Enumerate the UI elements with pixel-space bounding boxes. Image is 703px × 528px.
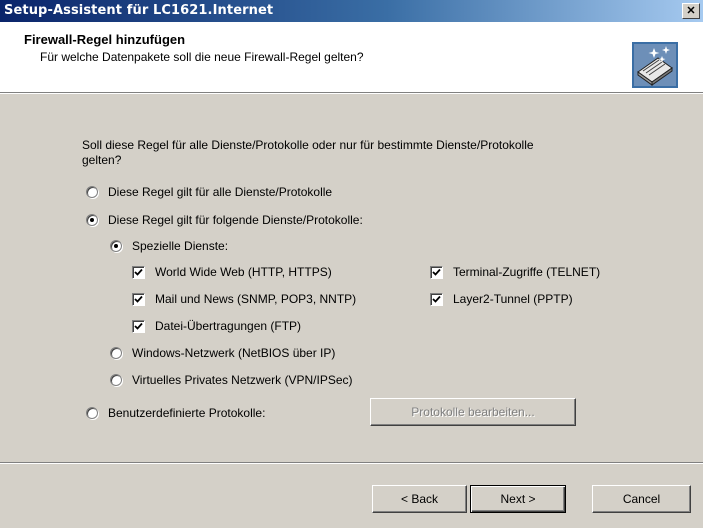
page-subtitle: Für welche Datenpakete soll die neue Fir… — [40, 50, 364, 64]
radio-specific-services[interactable]: Diese Regel gilt für folgende Dienste/Pr… — [86, 212, 363, 228]
setup-wizard-window: Setup-Assistent für LC1621.Internet ✕ Fi… — [0, 0, 703, 528]
wizard-header: Firewall-Regel hinzufügen Für welche Dat… — [0, 22, 703, 92]
radio-specific-services-label: Diese Regel gilt für folgende Dienste/Pr… — [108, 213, 363, 227]
checkbox-http-label: World Wide Web (HTTP, HTTPS) — [155, 265, 332, 279]
question-text: Soll diese Regel für alle Dienste/Protok… — [82, 138, 534, 167]
checkbox-pptp[interactable]: Layer2-Tunnel (PPTP) — [430, 291, 573, 307]
radio-special-services-label: Spezielle Dienste: — [132, 239, 229, 253]
checkbox[interactable] — [132, 319, 145, 333]
checkbox-ftp[interactable]: Datei-Übertragungen (FTP) — [132, 318, 301, 334]
radio-special-services[interactable]: Spezielle Dienste: — [110, 238, 228, 254]
checkbox-ftp-label: Datei-Übertragungen (FTP) — [155, 319, 302, 333]
radio-vpn-label: Virtuelles Privates Netzwerk (VPN/IPSec) — [132, 373, 353, 387]
radio-custom-protocols-label: Benutzerdefinierte Protokolle: — [108, 406, 266, 420]
cancel-button[interactable]: Cancel — [592, 485, 691, 513]
radio-all-services-label: Diese Regel gilt für alle Dienste/Protok… — [108, 185, 333, 199]
radio-vpn[interactable]: Virtuelles Privates Netzwerk (VPN/IPSec) — [110, 372, 353, 388]
radio-button-selected[interactable] — [110, 240, 122, 252]
radio-windows-network[interactable]: Windows-Netzwerk (NetBIOS über IP) — [110, 345, 335, 361]
back-button[interactable]: < Back — [372, 485, 467, 513]
close-button[interactable]: ✕ — [682, 3, 700, 19]
next-button[interactable]: Next > — [470, 485, 566, 513]
edit-protocols-button[interactable]: Protokolle bearbeiten... — [370, 398, 576, 426]
radio-button[interactable] — [110, 347, 122, 359]
window-title: Setup-Assistent für LC1621.Internet — [4, 3, 274, 18]
checkbox-mail-news[interactable]: Mail und News (SNMP, POP3, NNTP) — [132, 291, 356, 307]
wizard-firewall-icon — [632, 42, 678, 88]
radio-all-services[interactable]: Diese Regel gilt für alle Dienste/Protok… — [86, 184, 332, 200]
page-title: Firewall-Regel hinzufügen — [24, 32, 186, 47]
checkbox-telnet[interactable]: Terminal-Zugriffe (TELNET) — [430, 264, 600, 280]
checkbox-pptp-label: Layer2-Tunnel (PPTP) — [453, 292, 573, 306]
checkbox[interactable] — [430, 292, 443, 306]
radio-button-selected[interactable] — [86, 214, 98, 226]
radio-custom-protocols[interactable]: Benutzerdefinierte Protokolle: — [86, 405, 265, 421]
checkbox-http[interactable]: World Wide Web (HTTP, HTTPS) — [132, 264, 332, 280]
header-separator — [0, 92, 703, 94]
title-bar[interactable]: Setup-Assistent für LC1621.Internet ✕ — [0, 0, 703, 22]
checkbox-mail-news-label: Mail und News (SNMP, POP3, NNTP) — [155, 292, 357, 306]
checkbox[interactable] — [132, 265, 145, 279]
footer-separator — [0, 462, 703, 464]
checkbox[interactable] — [132, 292, 145, 306]
checkbox[interactable] — [430, 265, 443, 279]
radio-button[interactable] — [86, 407, 98, 419]
radio-button[interactable] — [110, 374, 122, 386]
radio-button[interactable] — [86, 186, 98, 198]
radio-windows-network-label: Windows-Netzwerk (NetBIOS über IP) — [132, 346, 336, 360]
checkbox-telnet-label: Terminal-Zugriffe (TELNET) — [453, 265, 601, 279]
